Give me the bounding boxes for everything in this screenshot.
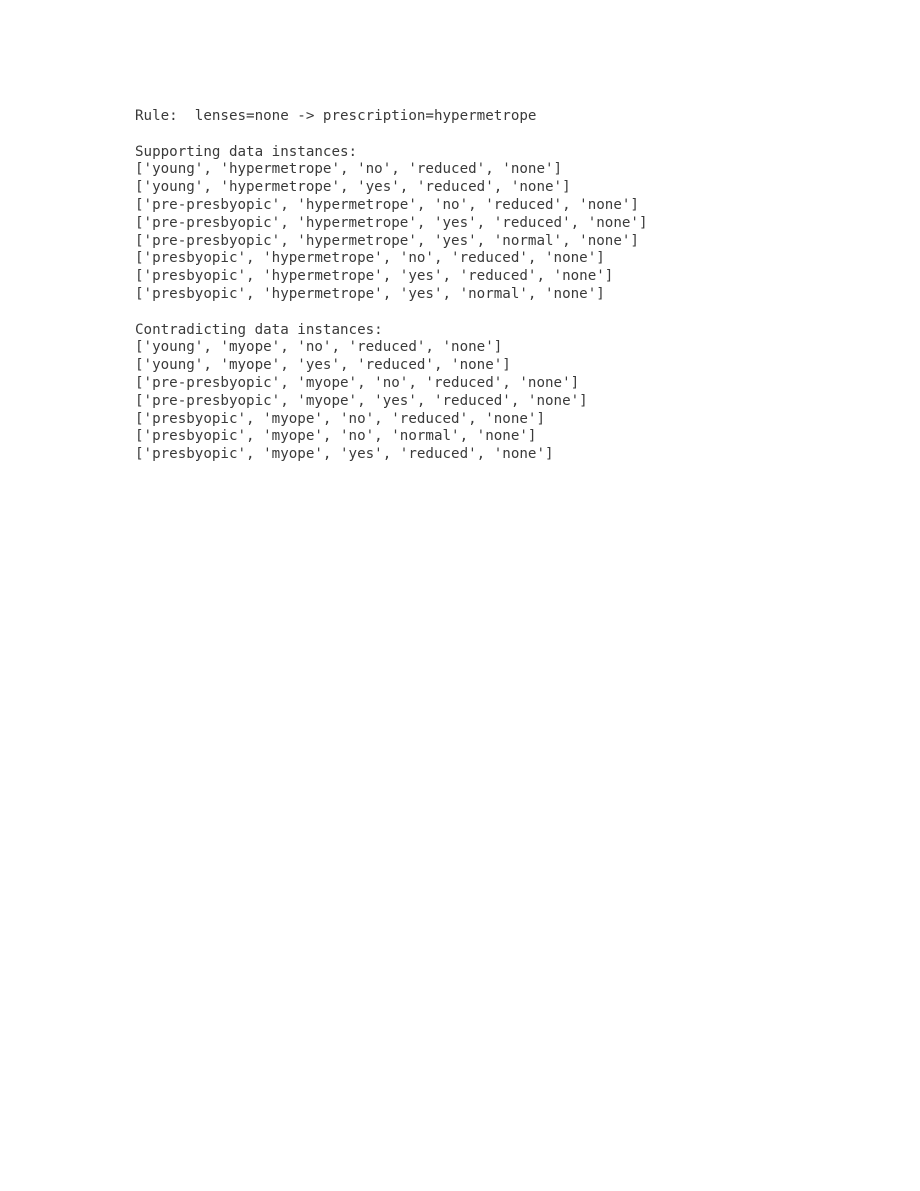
contradicting-instance-row: ['young', 'myope', 'no', 'reduced', 'non… [135, 339, 503, 356]
supporting-instance-row: ['presbyopic', 'hypermetrope', 'yes', 'n… [135, 285, 605, 302]
supporting-instance-row: ['presbyopic', 'hypermetrope', 'no', 're… [135, 250, 605, 267]
contradicting-instance-row: ['presbyopic', 'myope', 'no', 'reduced',… [135, 410, 545, 427]
supporting-instance-row: ['presbyopic', 'hypermetrope', 'yes', 'r… [135, 268, 614, 285]
contradicting-instance-row: ['presbyopic', 'myope', 'yes', 'reduced'… [135, 446, 554, 463]
contradicting-instances-heading: Contradicting data instances: [135, 321, 383, 338]
supporting-instance-row: ['pre-presbyopic', 'hypermetrope', 'yes'… [135, 214, 648, 231]
contradicting-instance-row: ['young', 'myope', 'yes', 'reduced', 'no… [135, 357, 511, 374]
rule-statement: Rule: lenses=none -> prescription=hyperm… [135, 108, 537, 124]
rule-report: Rule: lenses=none -> prescription=hyperm… [135, 108, 875, 464]
supporting-instance-row: ['young', 'hypermetrope', 'no', 'reduced… [135, 161, 563, 178]
supporting-instance-row: ['pre-presbyopic', 'hypermetrope', 'no',… [135, 196, 639, 213]
supporting-instance-row: ['young', 'hypermetrope', 'yes', 'reduce… [135, 179, 571, 196]
supporting-instances-heading: Supporting data instances: [135, 143, 358, 160]
contradicting-instance-row: ['presbyopic', 'myope', 'no', 'normal', … [135, 428, 537, 445]
contradicting-instance-row: ['pre-presbyopic', 'myope', 'yes', 'redu… [135, 392, 588, 409]
supporting-instance-row: ['pre-presbyopic', 'hypermetrope', 'yes'… [135, 232, 639, 249]
contradicting-instance-row: ['pre-presbyopic', 'myope', 'no', 'reduc… [135, 374, 580, 391]
